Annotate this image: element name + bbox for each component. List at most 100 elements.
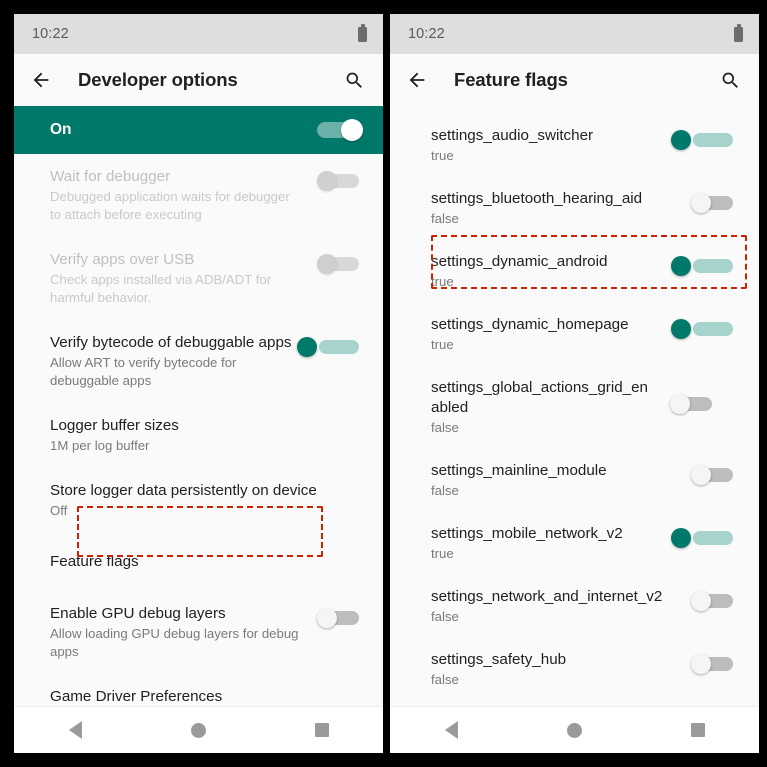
arrow-back-icon[interactable] [28, 67, 54, 93]
switch-thumb [671, 256, 691, 276]
list-item-switch-slot[interactable] [670, 378, 716, 414]
arrow-back-icon[interactable] [404, 67, 430, 93]
list-item[interactable]: settings_global_actions_grid_enabled fal… [390, 366, 759, 449]
list-item[interactable]: Game Driver Preferences Modify Game Driv… [14, 674, 383, 706]
switch-thumb [297, 337, 317, 357]
list-item[interactable]: settings_bluetooth_hearing_aid false [390, 177, 759, 240]
list-item[interactable]: Wait for debugger Debugged application w… [14, 154, 383, 237]
list-item-title: Verify bytecode of debuggable apps [50, 334, 292, 351]
list-item-switch-slot[interactable] [691, 461, 737, 485]
page-title: Developer options [78, 69, 238, 90]
list-item-title: settings_dynamic_homepage [431, 316, 629, 333]
status-bar-clock: 10:22 [408, 26, 445, 42]
list-item-texts: settings_network_and_internet_v2 false [431, 587, 677, 626]
list-item-texts: Verify apps over USB Check apps installe… [50, 250, 303, 307]
developer-options-master-switch-row[interactable]: On [14, 106, 383, 154]
list-item-switch-slot[interactable] [691, 587, 737, 611]
list-item[interactable]: settings_network_and_internet_v2 false [390, 575, 759, 638]
list-item-summary: false [431, 483, 459, 498]
switch-thumb [671, 319, 691, 339]
list-item-switch-slot[interactable] [671, 126, 737, 150]
list-item-title: settings_safety_hub [431, 651, 567, 668]
nav-recents-icon[interactable] [314, 723, 329, 737]
list-item-switch-slot[interactable] [691, 189, 737, 213]
list-item-title: settings_global_actions_grid_enabled [431, 379, 649, 416]
switch-thumb [691, 654, 711, 674]
list-item[interactable]: Verify apps over USB Check apps installe… [14, 237, 383, 320]
list-item-switch-slot[interactable] [317, 167, 363, 191]
list-item-summary: Debugged application waits for debugger … [50, 189, 290, 222]
status-bar: 10:22 [390, 14, 759, 54]
nav-recents-icon[interactable] [690, 723, 705, 737]
list-item-switch-slot[interactable] [671, 524, 737, 548]
list-item-title: Wait for debugger [50, 168, 171, 185]
list-item-texts: settings_global_actions_grid_enabled fal… [431, 378, 656, 437]
list-item-switch-slot[interactable] [297, 333, 363, 357]
list-item-switch-slot[interactable] [317, 604, 363, 628]
nav-back-icon[interactable] [444, 721, 458, 739]
list-item[interactable]: settings_mainline_module false [390, 449, 759, 512]
nav-back-icon[interactable] [68, 721, 82, 739]
list-item-summary: true [431, 148, 454, 163]
list-item-switch-slot[interactable] [671, 315, 737, 339]
feature-flags-list[interactable]: settings_audio_switcher true settings_bl… [390, 106, 759, 706]
switch-thumb [671, 528, 691, 548]
list-item-title: settings_network_and_internet_v2 [431, 588, 663, 605]
list-item-title: settings_bluetooth_hearing_aid [431, 190, 643, 207]
list-item[interactable]: Store logger data persistently on device… [14, 468, 383, 533]
list-item-title: settings_audio_switcher [431, 127, 594, 144]
list-item-summary: true [431, 274, 454, 289]
list-item-switch-slot[interactable] [317, 250, 363, 274]
list-item[interactable]: Enable GPU debug layers Allow loading GP… [14, 591, 383, 674]
list-item-title: settings_mobile_network_v2 [431, 525, 623, 542]
switch-thumb [317, 171, 337, 191]
list-item-switch-slot[interactable] [671, 252, 737, 276]
list-item-title: Store logger data persistently on device [50, 482, 317, 499]
list-item-title: Game Driver Preferences [50, 688, 223, 705]
list-item-summary: Check apps installed via ADB/ADT for har… [50, 272, 272, 305]
nav-home-icon[interactable] [566, 722, 582, 738]
list-item-summary: 1M per log buffer [50, 438, 150, 453]
list-item-title: Verify apps over USB [50, 251, 195, 268]
switch-thumb [317, 608, 337, 628]
list-item[interactable]: settings_mobile_network_v2 true [390, 512, 759, 575]
list-item-texts: Enable GPU debug layers Allow loading GP… [50, 604, 303, 661]
nav-home-icon[interactable] [190, 722, 206, 738]
list-item-title: settings_mainline_module [431, 462, 607, 479]
list-item[interactable]: Logger buffer sizes 1M per log buffer [14, 403, 383, 468]
list-item-summary: false [431, 609, 459, 624]
list-item-texts: settings_dynamic_android true [431, 252, 677, 291]
list-item[interactable]: settings_dynamic_homepage true [390, 303, 759, 366]
search-icon[interactable] [717, 67, 743, 93]
switch-thumb [670, 394, 690, 414]
list-item-texts: Wait for debugger Debugged application w… [50, 167, 303, 224]
switch-track [693, 531, 733, 545]
system-nav-bar [14, 706, 383, 753]
list-item-texts: settings_dynamic_homepage true [431, 315, 677, 354]
switch-track [693, 259, 733, 273]
list-item-summary: true [431, 337, 454, 352]
master-switch-toggle[interactable] [317, 119, 363, 141]
list-item-title: Enable GPU debug layers [50, 605, 226, 622]
list-item-title: settings_dynamic_android [431, 253, 608, 270]
search-icon[interactable] [341, 67, 367, 93]
switch-thumb [671, 130, 691, 150]
list-item[interactable]: settings_safety_hub false [390, 638, 759, 701]
list-item-feature-flags[interactable]: Feature flags [14, 533, 383, 591]
list-item-summary: false [431, 211, 459, 226]
list-item-settings-dynamic-android[interactable]: settings_dynamic_android true [390, 240, 759, 303]
status-bar: 10:22 [14, 14, 383, 54]
list-item-texts: settings_mobile_network_v2 true [431, 524, 677, 563]
list-item-texts: settings_safety_hub false [431, 650, 677, 689]
list-item[interactable]: Verify bytecode of debuggable apps Allow… [14, 320, 383, 403]
list-item-switch-slot[interactable] [691, 650, 737, 674]
system-nav-bar [390, 706, 759, 753]
master-switch-label: On [50, 121, 72, 138]
phone-developer-options: 10:22 Developer options On Wait for debu… [14, 14, 383, 753]
list-item-texts: Feature flags [50, 552, 363, 572]
list-item-title: Feature flags [50, 553, 139, 570]
list-item-summary: Allow ART to verify bytecode for debugga… [50, 355, 237, 388]
list-item-summary: Off [50, 503, 68, 518]
list-item[interactable]: settings_audio_switcher true [390, 114, 759, 177]
developer-options-list[interactable]: Wait for debugger Debugged application w… [14, 154, 383, 706]
